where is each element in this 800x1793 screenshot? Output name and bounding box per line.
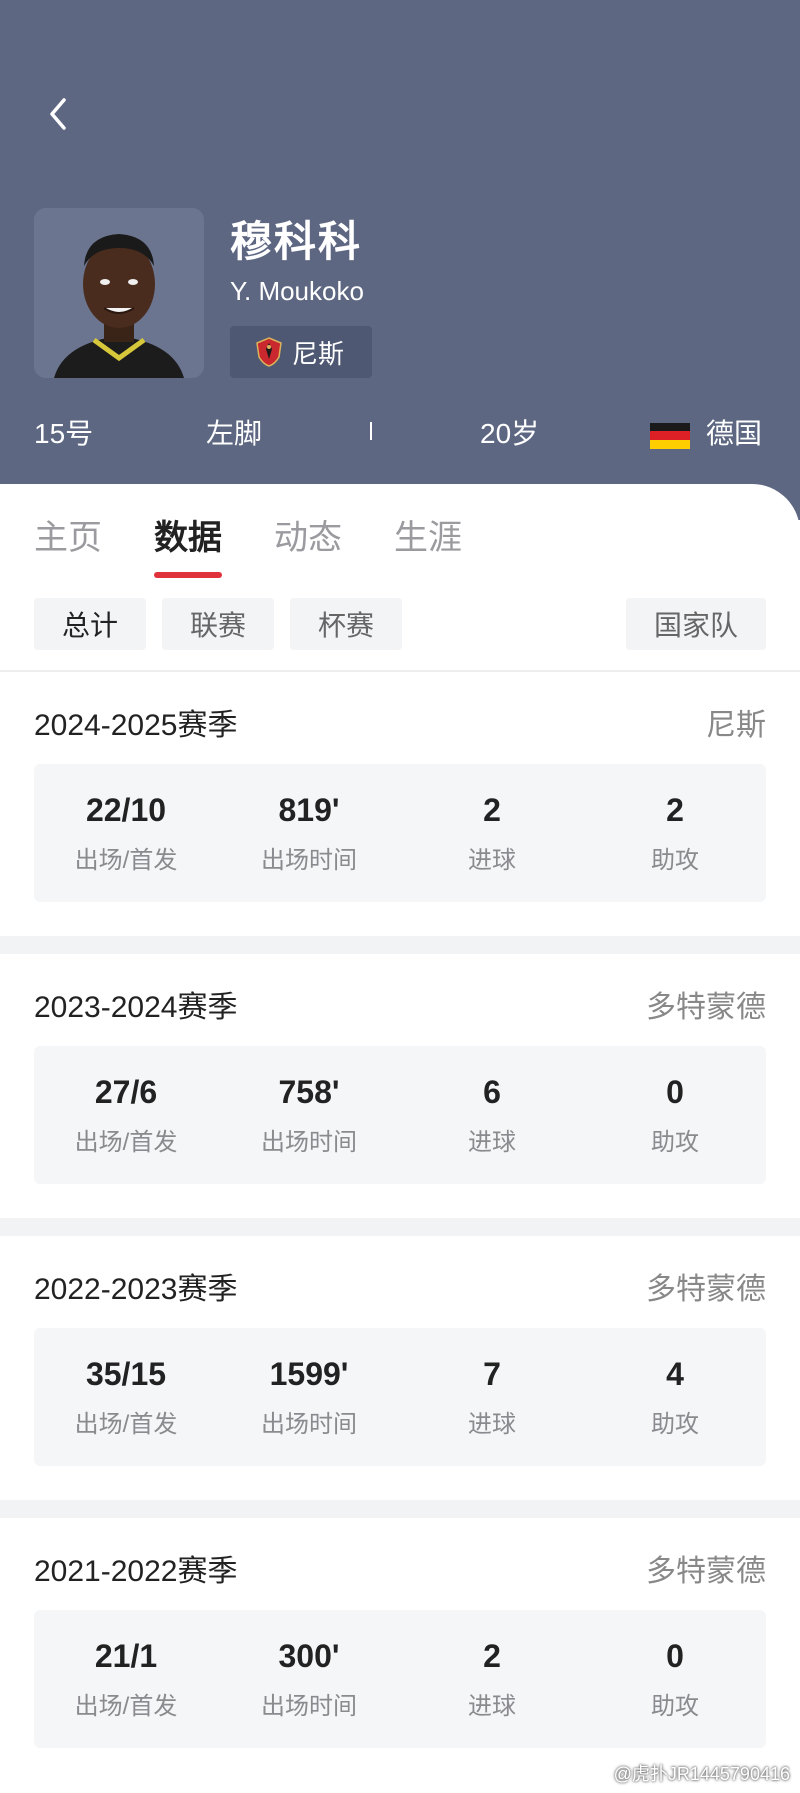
season-card[interactable]: 2024-2025赛季 尼斯 22/10 出场/首发 819' 出场时间 2 进球 2… xyxy=(0,672,800,936)
assists-label: 助攻 xyxy=(651,1693,699,1720)
shirt-number: 15号 xyxy=(34,418,94,449)
apps-value: 21/1 xyxy=(94,1638,158,1674)
tab-bar: 主页 数据 动态 生涯 xyxy=(0,484,800,584)
germany-flag-icon xyxy=(650,422,690,449)
minutes-label: 出场时间 xyxy=(261,847,357,874)
tab-career[interactable]: 生涯 xyxy=(394,510,462,559)
filter-league[interactable]: 联赛 xyxy=(162,598,274,650)
minutes-value: 819' xyxy=(278,792,340,828)
preferred-foot: 左脚 xyxy=(206,418,263,449)
season-card[interactable]: 2022-2023赛季 多特蒙德 35/15 出场/首发 1599' 出场时间 7 进… xyxy=(0,1236,800,1500)
season-club: 多特蒙德 xyxy=(646,991,766,1024)
assists-label: 助攻 xyxy=(651,1129,699,1156)
minutes-label: 出场时间 xyxy=(261,1693,357,1720)
player-name: 穆科科 xyxy=(230,218,363,265)
minutes-label: 出场时间 xyxy=(261,1129,357,1156)
apps-label: 出场/首发 xyxy=(74,1129,178,1156)
watermark: @虎扑JR1445790416 xyxy=(613,1764,790,1784)
player-avatar xyxy=(34,208,204,378)
filter-cup[interactable]: 杯赛 xyxy=(290,598,402,650)
player-age: 20岁 xyxy=(480,418,540,449)
minutes-value: 300' xyxy=(278,1638,340,1674)
nice-club-crest-icon xyxy=(256,337,282,367)
apps-value: 27/6 xyxy=(94,1074,158,1110)
player-nation: 德国 xyxy=(650,412,762,452)
section-gap xyxy=(0,1218,800,1236)
assists-label: 助攻 xyxy=(651,1411,699,1438)
season-stats: 27/6 出场/首发 758' 出场时间 6 进球 0 助攻 xyxy=(34,1046,766,1184)
season-stats: 22/10 出场/首发 819' 出场时间 2 进球 2 助攻 xyxy=(34,764,766,902)
season-stats: 35/15 出场/首发 1599' 出场时间 7 进球 4 助攻 xyxy=(34,1328,766,1466)
apps-label: 出场/首发 xyxy=(74,1411,178,1438)
back-button[interactable] xyxy=(36,92,80,136)
minutes-value: 758' xyxy=(278,1074,340,1110)
assists-label: 助攻 xyxy=(651,847,699,874)
goals-value: 7 xyxy=(483,1356,501,1392)
nation-label: 德国 xyxy=(706,418,763,449)
goals-label: 进球 xyxy=(468,847,516,874)
assists-value: 0 xyxy=(666,1638,684,1674)
filter-total[interactable]: 总计 xyxy=(34,598,146,650)
goals-label: 进球 xyxy=(468,1411,516,1438)
goals-value: 2 xyxy=(483,792,501,828)
season-card[interactable]: 2021-2022赛季 多特蒙德 21/1 出场/首发 300' 出场时间 2 进球 … xyxy=(0,1518,800,1782)
season-title: 2022-2023赛季 xyxy=(34,1273,238,1306)
season-club: 尼斯 xyxy=(706,709,766,742)
info-divider xyxy=(370,422,372,440)
assists-value: 4 xyxy=(666,1356,684,1392)
goals-label: 进球 xyxy=(468,1129,516,1156)
filter-bar: 总计 联赛 杯赛 国家队 xyxy=(0,598,800,652)
season-stats: 21/1 出场/首发 300' 出场时间 2 进球 0 助攻 xyxy=(34,1610,766,1748)
season-club: 多特蒙德 xyxy=(646,1273,766,1306)
season-club: 多特蒙德 xyxy=(646,1555,766,1588)
section-gap xyxy=(0,1500,800,1518)
player-info-row: 15号 左脚 20岁 德国 xyxy=(0,402,800,456)
active-tab-indicator xyxy=(154,572,222,578)
chevron-left-icon xyxy=(50,98,66,130)
club-badge[interactable]: 尼斯 xyxy=(230,326,372,378)
apps-label: 出场/首发 xyxy=(74,1693,178,1720)
tab-data[interactable]: 数据 xyxy=(154,510,222,559)
season-title: 2021-2022赛季 xyxy=(34,1555,238,1588)
content-sheet: 主页 数据 动态 生涯 总计 联赛 杯赛 国家队 2024-2025赛季 尼斯 … xyxy=(0,484,800,1793)
season-title: 2023-2024赛季 xyxy=(34,991,238,1024)
tab-news[interactable]: 动态 xyxy=(274,510,342,559)
goals-label: 进球 xyxy=(468,1693,516,1720)
apps-value: 35/15 xyxy=(85,1356,167,1392)
player-header: 穆科科 Y. Moukoko 尼斯 15号 左脚 20岁 德国 xyxy=(0,0,800,520)
player-english-name: Y. Moukoko xyxy=(230,276,364,306)
assists-value: 2 xyxy=(666,792,684,828)
filter-national-team[interactable]: 国家队 xyxy=(626,598,766,650)
club-name: 尼斯 xyxy=(292,338,345,369)
apps-label: 出场/首发 xyxy=(74,847,178,874)
apps-value: 22/10 xyxy=(85,792,167,828)
season-title: 2024-2025赛季 xyxy=(34,709,238,742)
assists-value: 0 xyxy=(666,1074,684,1110)
minutes-label: 出场时间 xyxy=(261,1411,357,1438)
minutes-value: 1599' xyxy=(269,1356,349,1392)
section-gap xyxy=(0,936,800,954)
season-card[interactable]: 2023-2024赛季 多特蒙德 27/6 出场/首发 758' 出场时间 6 进球 … xyxy=(0,954,800,1218)
goals-value: 2 xyxy=(483,1638,501,1674)
tab-home[interactable]: 主页 xyxy=(34,510,102,559)
goals-value: 6 xyxy=(483,1074,501,1110)
